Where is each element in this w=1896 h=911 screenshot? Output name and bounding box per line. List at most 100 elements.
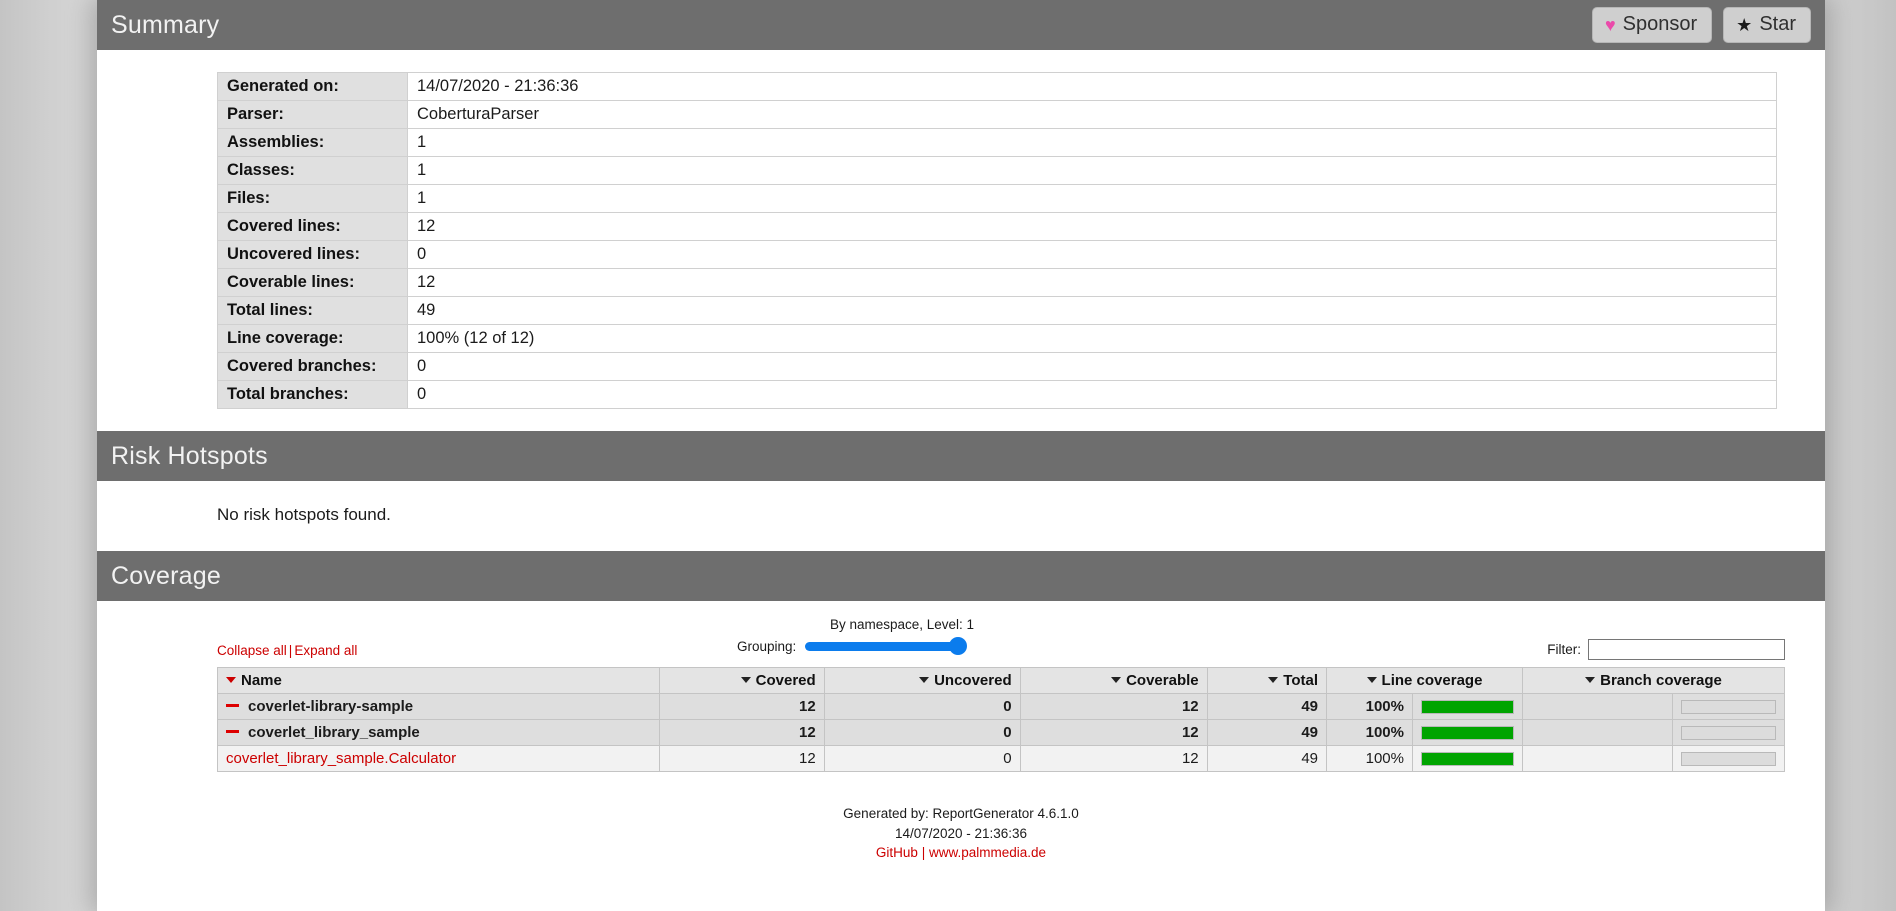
summary-row-label: Coverable lines: [217,268,408,297]
filter-control: Filter: [1547,639,1785,660]
summary-row-label: Parser: [217,100,408,129]
column-header-label: Name [241,672,282,689]
summary-table: Generated on: 14/07/2020 - 21:36:36 Parser… [217,72,1777,409]
sort-arrow-icon [1268,677,1279,684]
column-header-label: Covered [755,672,816,689]
row-name-cell: coverlet-library-sample [216,693,661,720]
star-icon: ★ [1736,14,1753,35]
column-header-covered[interactable]: Covered [659,667,825,694]
column-header-total[interactable]: Total [1206,667,1328,694]
footer-timestamp: 14/07/2020 - 21:36:36 [894,825,1028,841]
summary-row-value: 14/07/2020 - 21:36:36 [407,72,1777,101]
footer-generated-by: Generated by: ReportGenerator 4.6.1.0 [843,806,1079,821]
line-coverage-bar-fill [1422,752,1513,765]
summary-row: Covered lines: 12 [217,212,1777,241]
palmmedia-link[interactable]: www.palmmedia.de [929,845,1046,860]
github-link[interactable]: GitHub [876,845,918,860]
report-page: Summary ♥ Sponsor ★ Star Generated on: 14… [97,0,1825,911]
footer: Generated by: ReportGenerator 4.6.1.0 14… [97,782,1825,893]
cell-branch-coverage-bar [1672,719,1785,746]
table-row: coverlet_library_sample 12 0 12 49 100% [216,719,1785,746]
row-name-cell: coverlet_library_sample.Calculator [216,745,661,772]
coverage-body: Collapse all | Expand all By namespace, Le… [97,601,1825,782]
cell-coverable: 12 [1019,745,1208,772]
line-coverage-bar [1421,751,1514,766]
summary-row: Covered branches: 0 [217,352,1777,381]
risk-hotspots-header-bar: Risk Hotspots [97,431,1825,481]
sort-arrow-icon [740,677,751,684]
column-header-coverable[interactable]: Coverable [1019,667,1208,694]
cell-coverable: 12 [1019,693,1208,720]
summary-body: Generated on: 14/07/2020 - 21:36:36 Parser… [97,50,1825,431]
coverage-table-header-row: Name Covered Uncovered Coverable Total Line c… [216,667,1785,694]
cell-line-coverage-bar [1412,745,1523,772]
column-header-uncovered[interactable]: Uncovered [823,667,1021,694]
branch-coverage-bar [1681,725,1776,740]
risk-hotspots-body: No risk hotspots found. [97,481,1825,551]
collapse-icon[interactable] [226,703,239,707]
summary-row-value: 49 [407,296,1777,325]
cell-branch-coverage-bar [1672,745,1785,772]
branch-coverage-bar [1681,699,1776,714]
summary-row: Line coverage: 100% (12 of 12) [217,324,1777,353]
summary-row-label: Assemblies: [217,128,408,157]
sort-arrow-icon [919,677,930,684]
row-name-label: coverlet_library_sample [248,724,420,741]
grouping-caption: By namespace, Level: 1 [829,617,975,632]
sort-arrow-icon [226,677,236,684]
slider-thumb[interactable] [949,637,968,655]
column-header-branch_cov[interactable]: Branch coverage [1522,667,1785,694]
coverage-table: Name Covered Uncovered Coverable Total Line c… [216,667,1785,772]
summary-row-label: Total lines: [217,296,408,325]
expand-all-link[interactable]: Expand all [294,643,357,658]
column-header-name[interactable]: Name [216,667,661,694]
row-name-label: coverlet-library-sample [248,698,414,715]
summary-row-label: Covered branches: [217,352,408,381]
column-header-label: Line coverage [1381,672,1483,689]
cell-branch-coverage-percent [1522,719,1673,746]
summary-row: Files: 1 [217,184,1777,213]
summary-row-value: 1 [407,156,1777,185]
collapse-expand-links: Collapse all | Expand all [217,643,357,658]
summary-row: Generated on: 14/07/2020 - 21:36:36 [217,72,1777,101]
cell-covered: 12 [659,693,825,720]
risk-hotspots-empty-message: No risk hotspots found. [217,505,391,524]
cell-line-coverage-percent: 100% [1326,693,1413,720]
star-button[interactable]: ★ Star [1723,7,1811,43]
table-row: coverlet_library_sample.Calculator 12 0 12 4… [216,745,1785,772]
cell-line-coverage-bar [1412,693,1523,720]
collapse-icon[interactable] [226,729,239,733]
branch-coverage-bar [1681,751,1776,766]
column-header-label: Coverable [1126,672,1199,689]
cell-line-coverage-percent: 100% [1326,719,1413,746]
summary-row-label: Covered lines: [217,212,408,241]
github-buttons: ♥ Sponsor ★ Star [1591,7,1811,43]
summary-row-label: Uncovered lines: [217,240,408,269]
filter-input[interactable] [1588,639,1785,660]
coverage-header-bar: Coverage [97,551,1825,601]
line-coverage-bar-fill [1422,700,1513,713]
class-link[interactable]: coverlet_library_sample.Calculator [226,750,456,767]
grouping-slider[interactable] [805,637,968,655]
cell-branch-coverage-percent [1522,745,1673,772]
grouping-control: By namespace, Level: 1 Grouping: [737,617,1067,655]
row-name-cell: coverlet_library_sample [216,719,661,746]
column-header-label: Uncovered [934,672,1012,689]
collapse-all-link[interactable]: Collapse all [217,643,287,658]
coverage-title: Coverage [111,561,221,590]
summary-row-label: Line coverage: [217,324,408,353]
summary-row: Total lines: 49 [217,296,1777,325]
column-header-label: Total [1283,672,1318,689]
footer-links-separator: | [921,845,926,861]
summary-row-value: 0 [407,240,1777,269]
summary-row-label: Files: [217,184,408,213]
summary-row-value: 100% (12 of 12) [407,324,1777,353]
sponsor-button[interactable]: ♥ Sponsor [1591,7,1713,43]
column-header-line_cov[interactable]: Line coverage [1326,667,1523,694]
column-header-label: Branch coverage [1600,672,1722,689]
table-row: coverlet-library-sample 12 0 12 49 100% [216,693,1785,720]
cell-line-coverage-bar [1412,719,1523,746]
line-coverage-bar-fill [1422,726,1513,739]
cell-uncovered: 0 [823,719,1021,746]
summary-row-value: 0 [407,380,1777,409]
